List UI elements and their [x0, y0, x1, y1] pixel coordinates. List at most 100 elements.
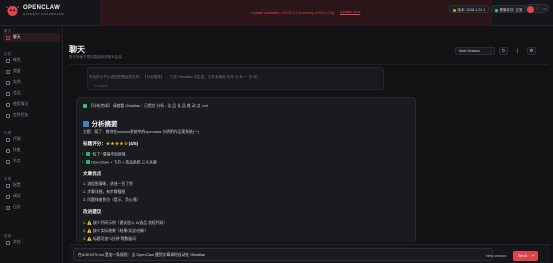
update-banner: Update available: v2026.2.2 (running v20…	[100, 0, 492, 26]
sidebar-item-docs[interactable]: 文档	[3, 238, 60, 247]
sidebar-item-label: 实例	[13, 80, 21, 84]
update-now-button[interactable]: Update now	[340, 10, 360, 14]
moon-icon[interactable]: ☾	[536, 6, 540, 12]
folder-icon	[6, 137, 10, 142]
sidebar-item-label: 频道	[13, 69, 21, 73]
settings-icon: ⚙	[529, 48, 534, 53]
update-banner-text: Update available: v2026.2.2 (running v20…	[251, 11, 336, 15]
improvement-item: 1. ⚠️ 缺少代码示例（建议加入 AI选品 流程代码）	[83, 220, 167, 226]
session-select-value: Main Session	[459, 49, 481, 53]
message-input[interactable]: 在AGENTS.md 里加一条规则：当 OpenClaw 遇到文章调时自动在 O…	[73, 248, 493, 261]
rating-heading: 标题评分：★★★★☆(4/5)	[83, 141, 138, 147]
sidebar-item-label: 代理	[13, 137, 21, 141]
sidebar-item-channels[interactable]: 频道	[3, 67, 60, 76]
brand-name: OPENCLAW	[23, 5, 61, 11]
list-item-text: "有了" 情绪冲劲很强	[91, 152, 126, 157]
sidebar-item-label: 概览	[13, 58, 21, 62]
file-icon	[6, 91, 10, 96]
strengths-heading: 文章优点	[83, 171, 102, 176]
page-title: 聊天	[69, 45, 85, 54]
strength-item: 2. 步骤详细，有步骤截图	[83, 190, 126, 194]
chat-settings-button[interactable]: ⚙	[527, 47, 536, 55]
health-label: 健康状况: 正常	[499, 8, 523, 12]
brand: OPENCLAW GATEWAY DASHBOARD	[23, 5, 64, 16]
improvements-heading: 改进建议	[83, 209, 102, 214]
radio-icon	[6, 80, 10, 85]
sidebar-item-label: 配置	[13, 183, 21, 187]
toolbar-divider: |	[513, 47, 522, 55]
sidebar-item-config[interactable]: 配置	[3, 181, 60, 190]
log-icon	[6, 205, 10, 210]
session-select[interactable]: Main Session ⌄	[455, 47, 495, 55]
sidebar-item-sessions[interactable]: 会话	[3, 89, 60, 98]
sidebar-item-label: 定时任务	[13, 113, 29, 117]
version-pill: 版本: 2026.1.22-1	[449, 5, 490, 13]
rating-label: 标题评分：	[83, 141, 106, 146]
send-button[interactable]: Send ↵	[513, 251, 538, 261]
top-bar: OPENCLAW GATEWAY DASHBOARD Update availa…	[0, 0, 553, 26]
message-ref-line: ✓ 【分析完成】 请查看 Obsidian：已提交 分析 - 达 品 长 品 推 …	[83, 104, 208, 109]
send-arrow-icon: ↵	[531, 253, 535, 258]
new-session-button[interactable]: New session	[486, 254, 506, 258]
sidebar-item-chat[interactable]: 聊天	[3, 33, 60, 42]
sidebar-item-label: 文档	[13, 240, 21, 244]
sun-icon[interactable]	[527, 5, 534, 13]
sidebar-item-label: 会话	[13, 91, 21, 95]
openclaw-logo-icon	[6, 5, 19, 16]
improvement-item-text: 3. ⚠️ 标题可加"3分钟"等数量词	[83, 237, 136, 241]
send-label: Send	[518, 254, 527, 258]
rating-value: (4/5)	[128, 141, 139, 146]
check-icon: ✓	[83, 104, 87, 108]
sidebar-item-label: 日志	[13, 205, 21, 209]
bar-icon	[6, 102, 10, 107]
monitor-icon	[6, 159, 10, 164]
book-icon	[6, 240, 10, 245]
previous-message-text: 写出前七节小说的完整结构文件：【分析指导】 → 已在 Obsidian 中生成，…	[89, 75, 262, 79]
refresh-button[interactable]: ↻	[499, 47, 508, 55]
strength-item: 1. 流程图清晰，讲述一目了然	[83, 182, 133, 186]
chevron-down-icon: ⌄	[489, 49, 492, 53]
chat-thread: 写出前七节小说的完整结构文件：【分析指导】 → 已在 Obsidian 中生成，…	[69, 64, 549, 242]
sidebar-item-overview[interactable]: 概览	[3, 56, 60, 65]
page-subtitle: 用于快速干预的直接网关聊天会话。	[69, 55, 125, 59]
sidebar-item-skills[interactable]: 技能	[3, 146, 60, 155]
gear-icon	[6, 183, 10, 188]
previous-message-tag: Complete	[94, 84, 108, 88]
message-heading-text: 分析摘要	[91, 121, 118, 128]
improvement-item: 3. ⚠️ 标题可加"3分钟"等数量词	[83, 236, 136, 242]
sidebar-item-agents[interactable]: 代理	[3, 135, 60, 144]
version-label: 版本: 2026.1.22-1	[457, 8, 486, 12]
message-ref-text: 【分析完成】 请查看 Obsidian：已提交 分析 - 达 品 长 品 推 动…	[89, 104, 208, 108]
health-status-dot	[495, 8, 498, 12]
theme-toggle[interactable]: ☾ ▭	[525, 4, 549, 13]
zap-icon	[6, 148, 10, 153]
rating-stars: ★★★★☆	[105, 141, 129, 146]
chat-icon	[6, 35, 10, 40]
link-icon	[6, 69, 10, 74]
sidebar-item-label: 聊天	[13, 35, 21, 39]
overview-line: 主题：赋了：教你在session系统中的openclaw 与明明作品案系统(一)	[83, 130, 200, 134]
bug-icon	[6, 194, 10, 199]
version-status-dot	[453, 8, 456, 12]
clock-icon	[6, 113, 10, 118]
sidebar-item-label: 技能	[13, 148, 21, 152]
improvement-item-text: 2. ⚠️ 缺少实际效果（结果/实战/创新）	[83, 229, 149, 233]
sidebar-item-logs[interactable]: 日志	[3, 203, 60, 212]
sidebar-item-instances[interactable]: 实例	[3, 78, 60, 87]
assistant-message: ✓ 【分析完成】 请查看 Obsidian：已提交 分析 - 达 品 长 品 推 …	[76, 97, 416, 242]
sidebar: 聊天 聊天 控制 概览 频道 实例 会话 使用情况 定时任务 代理 代理 技能 …	[0, 26, 63, 263]
list-item: "有了" 情绪冲劲很强	[82, 152, 126, 157]
composer: 在AGENTS.md 里加一条规则：当 OpenClaw 遇到文章调时自动在 O…	[69, 244, 549, 263]
monitor-icon[interactable]: ▭	[543, 6, 547, 12]
sidebar-item-label: 调试	[13, 194, 21, 198]
sidebar-item-usage[interactable]: 使用情况	[3, 100, 60, 109]
check-icon	[86, 152, 90, 156]
improvement-item-text: 1. ⚠️ 缺少代码示例（建议加入 AI选品 流程代码）	[83, 221, 168, 225]
sidebar-item-nodes[interactable]: 节点	[3, 157, 60, 166]
message-heading: 分析摘要	[83, 118, 118, 128]
sidebar-item-cron[interactable]: 定时任务	[3, 111, 60, 120]
sidebar-item-debug[interactable]: 调试	[3, 192, 60, 201]
sidebar-item-label: 使用情况	[13, 102, 29, 106]
refresh-icon: ↻	[501, 48, 506, 53]
list-item: OpenClaw + 飞书 + 选品系统 三大关键	[82, 160, 157, 165]
